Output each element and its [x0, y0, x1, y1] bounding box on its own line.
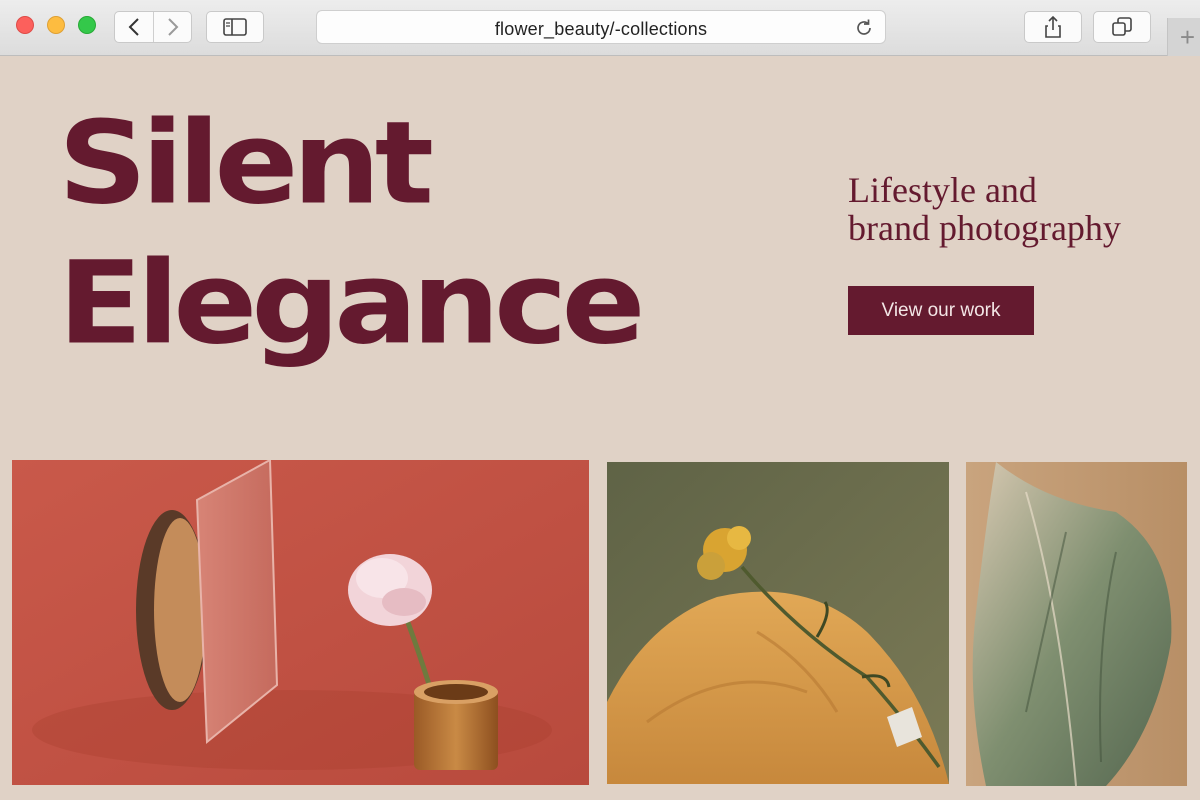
tagline-line-1: Lifestyle and — [848, 170, 1037, 210]
sidebar-button[interactable] — [206, 11, 264, 43]
address-bar[interactable]: flower_beauty/-collections — [316, 10, 886, 44]
chevron-left-icon — [128, 18, 139, 36]
view-our-work-button[interactable]: View our work — [848, 286, 1034, 335]
hero-title: Silent Elegance — [58, 97, 646, 371]
reload-icon[interactable] — [853, 17, 875, 39]
hero-title-line-2: Elegance — [58, 237, 646, 371]
gallery-photo-rose-mirror[interactable] — [12, 460, 589, 785]
chevron-right-icon — [167, 18, 178, 36]
zoom-window-button[interactable] — [78, 16, 96, 34]
tabs-icon — [1112, 17, 1132, 36]
share-button[interactable] — [1024, 11, 1082, 43]
back-button[interactable] — [115, 12, 153, 42]
forward-button[interactable] — [153, 12, 191, 42]
browser-toolbar: flower_beauty/-collections + — [0, 0, 1200, 56]
share-icon — [1045, 15, 1061, 38]
minimize-window-button[interactable] — [47, 16, 65, 34]
gallery-photo-dried-yellow-flower[interactable] — [607, 462, 949, 784]
new-tab-button[interactable]: + — [1167, 18, 1200, 56]
plus-icon: + — [1179, 22, 1196, 52]
gallery-photo-dried-leaf[interactable] — [966, 462, 1187, 786]
hero-title-line-1: Silent — [58, 97, 434, 231]
page-content: Silent Elegance Lifestyle and brand phot… — [0, 57, 1200, 800]
tagline-line-2: brand photography — [848, 208, 1121, 248]
navigation-buttons — [114, 11, 192, 43]
sidebar-icon — [223, 18, 247, 36]
close-window-button[interactable] — [16, 16, 34, 34]
tabs-button[interactable] — [1093, 11, 1151, 43]
url-text: flower_beauty/-collections — [494, 19, 708, 39]
hero-tagline: Lifestyle and brand photography — [848, 171, 1121, 247]
